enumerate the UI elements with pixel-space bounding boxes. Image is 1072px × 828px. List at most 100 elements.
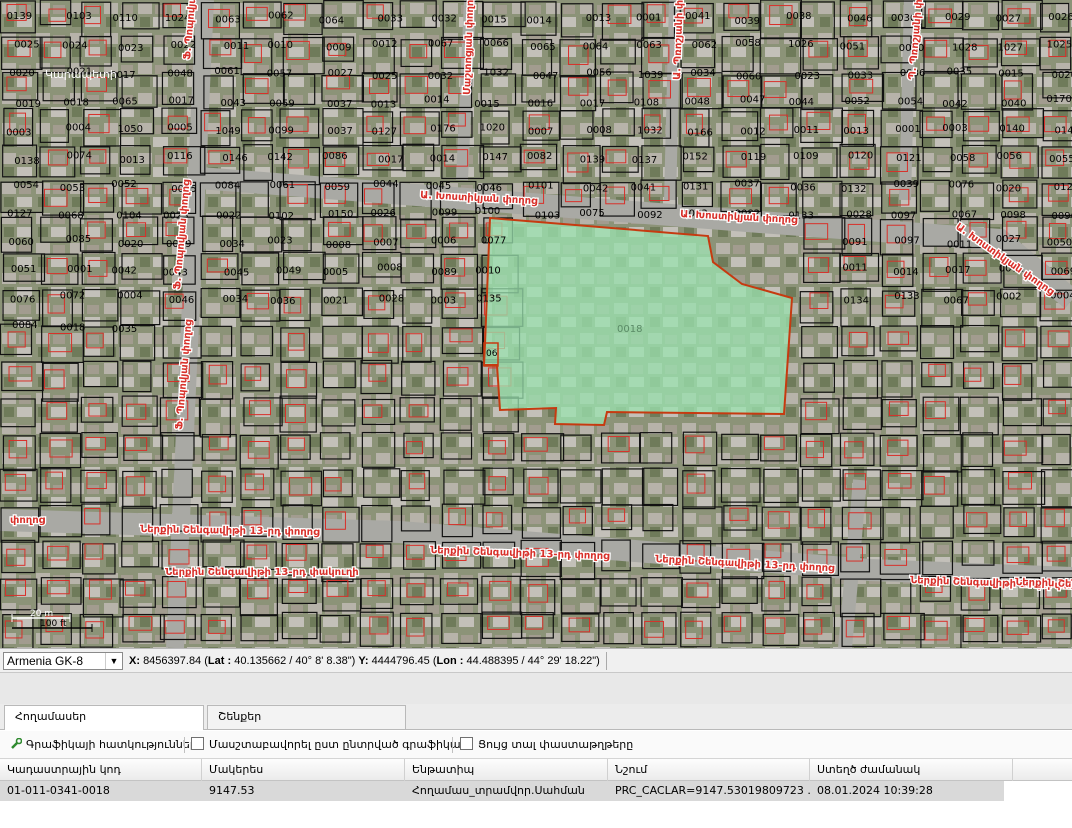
parcel-number: 0076 [949,179,974,190]
crs-select[interactable]: Armenia GK-8 ▼ [3,652,123,670]
parcel-number: 0011 [947,239,972,250]
parcel-number: 0025 [14,40,39,51]
parcel-number: 0099 [432,208,457,219]
parcel-number: 0004 [117,290,142,301]
parcel-number: 0133 [894,291,919,302]
parcel-number: 0045 [224,268,249,279]
parcel-number: 1032 [483,68,508,79]
column-header[interactable]: Մակերես [202,759,405,781]
parcel-number: 0012 [740,126,765,137]
parcel-number: 0003 [942,123,967,134]
coordinate-bar: Armenia GK-8 ▼ X: 8456397.84 (Lat : 40.1… [0,648,1072,673]
crs-value: Armenia GK-8 [7,654,84,668]
parcel-number: 0028 [379,293,404,304]
parcel-number: 0134 [843,296,868,307]
parcel-number: 0042 [942,99,967,110]
show-documents-checkbox[interactable]: Ցույց տալ փաստաթղթերը [460,737,633,753]
parcel-number: 0014 [893,267,918,278]
table-row[interactable]: 01-011-0341-0018 9147.53 Հողամաս_տրամվոր… [0,781,1004,801]
subtype-cell: Հողամաս_տրամվոր.Սահման [412,784,585,797]
parcel-number: 0032 [428,71,453,82]
parcel-number: 0046 [847,14,872,25]
created-time-cell: 08.01.2024 10:39:28 [817,784,933,797]
parcel-number: 0038 [786,11,811,22]
column-header[interactable]: Ստեղծ ժամանակ [810,759,1013,781]
parcel-number: 0126 [1054,182,1072,193]
parcel-number: 0135 [476,293,501,304]
checkbox-box[interactable] [191,737,204,750]
parcel-number: 0058 [950,153,975,164]
parcel-number: 0047 [740,94,765,105]
parcel-06-number: 06 [486,349,498,359]
parcel-number: 0058 [735,38,760,49]
parcel-number: 0008 [586,125,611,136]
parcel-number: 0018 [63,97,88,108]
tab-parcels[interactable]: Հողամասեր [4,705,204,730]
parcel-number: 0055 [1049,154,1072,165]
scale-bar: 20 m 100 ft [10,606,110,634]
parcel-number: 0170 [1046,94,1071,105]
parcel-number: 0064 [583,41,608,52]
parcel-number: 0004 [66,123,91,134]
scale-to-selected-checkbox[interactable]: Մասշտաբավորել ըստ ընտրված գրաֆիկայի [191,737,471,753]
parcel-number: 0052 [111,179,136,190]
column-header[interactable]: Կադաստրային կոդ [0,759,202,781]
parcel-number: 0044 [789,97,814,108]
parcel-number: 0084 [12,320,37,331]
parcel-number: 0034 [690,68,715,79]
parcel-number: 0008 [326,240,351,251]
parcel-number: 1039 [638,70,663,81]
parcel-number: 0047 [533,71,558,82]
map-canvas[interactable]: 0139 0103 0110 1024 0063 0062 0064 0033 0032 0015… [0,0,1072,648]
parcel-number: 0067 [952,209,977,220]
parcel-number: 0013 [371,99,396,110]
parcel-number: 0032 [431,14,456,25]
panel-spacer [0,673,1072,704]
parcel-number: 0050 [1047,238,1072,249]
note-cell: PRC_CACLAR=9147.53019809723 ... [615,784,810,797]
parcel-number: 0110 [112,13,137,24]
map-view[interactable]: 0139 0103 0110 1024 0063 0062 0064 0033 0032 0015… [0,0,1072,648]
district-label: Կարապետի [45,68,117,81]
parcel-number: 0139 [7,11,32,22]
parcel-number: 0116 [167,151,192,162]
parcel-number: 0065 [530,42,555,53]
column-header[interactable]: Ենթատիպ [405,759,608,781]
parcel-number: 1050 [118,124,143,135]
parcel-number: 0103 [535,211,560,222]
graphic-properties-button[interactable]: Գրաֆիկայի հատկություններ [10,737,197,753]
chevron-down-icon[interactable]: ▼ [105,653,122,669]
parcel-number: 0023 [118,43,143,54]
parcel-number: 0025 [372,71,397,82]
column-header[interactable]: Նշում [608,759,810,781]
divider [606,652,607,670]
parcel-number: 0084 [215,180,240,191]
parcel-number: 0016 [528,98,553,109]
parcel-number: 0033 [848,71,873,82]
parcel-number: 0069 [1051,267,1072,278]
tab-buildings[interactable]: Շենքեր [207,705,406,729]
parcel-number: 0099 [268,126,293,137]
parcel-number: 0024 [62,41,87,52]
checkbox-box[interactable] [460,737,473,750]
parcel-number: 0176 [430,123,455,134]
parcel-number: 0061 [270,180,295,191]
parcel-number: 0059 [325,182,350,193]
parcel-number: 0013 [119,155,144,166]
parcel-number: 0013 [843,126,868,137]
area-cell: 9147.53 [209,784,255,797]
parcel-number: 0131 [683,182,708,193]
parcel-number: 0120 [848,151,873,162]
parcel-number: 0103 [66,11,91,22]
parcel-number: 0138 [14,156,39,167]
parcel-number: 0039 [894,179,919,190]
parcel-number: 0041 [631,183,656,194]
parcel-number: 0097 [891,211,916,222]
parcel-number: 0007 [373,237,398,248]
parcel-number: 0147 [483,152,508,163]
parcel-number: 0056 [586,67,611,78]
parcel-number: 0014 [424,94,449,105]
parcel-number: 0040 [1001,99,1026,110]
parcel-number: 0142 [267,152,292,163]
parcel-number: 0067 [943,295,968,306]
